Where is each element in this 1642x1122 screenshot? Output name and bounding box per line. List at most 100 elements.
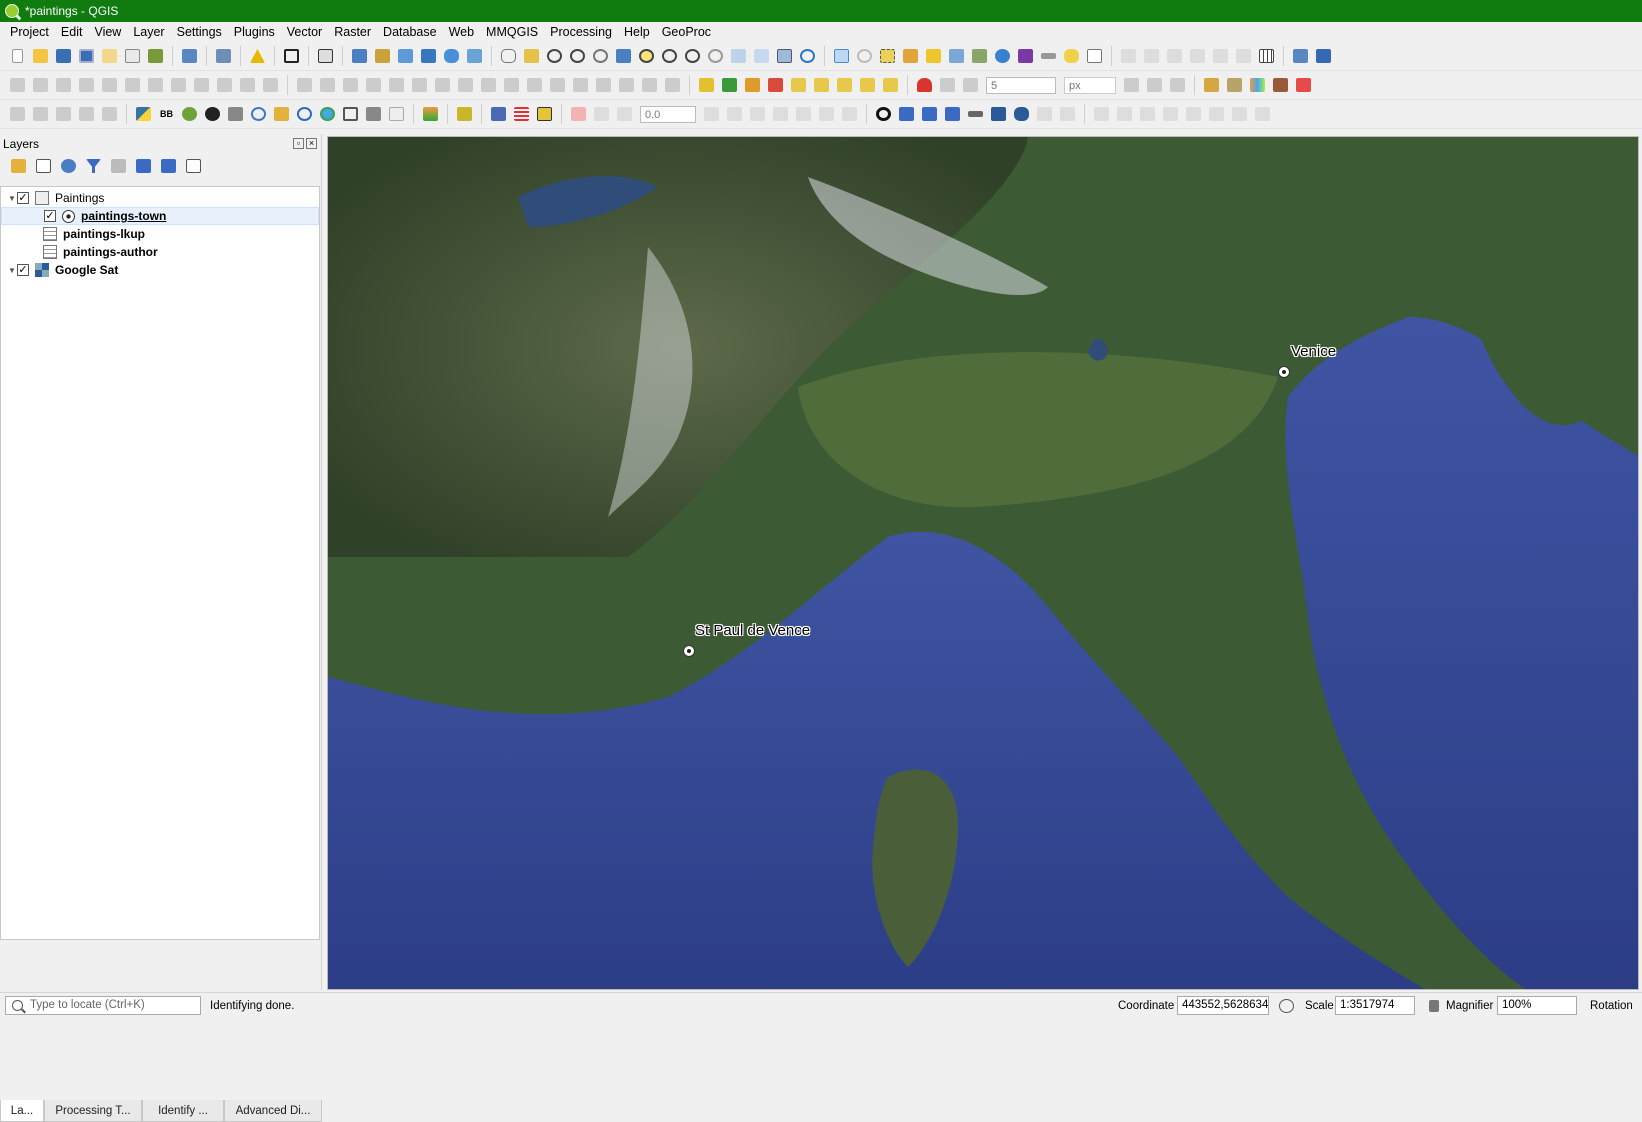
topology-icon[interactable] [1122,77,1141,94]
label-tool-icon[interactable] [1188,48,1207,65]
menu-settings[interactable]: Settings [171,22,228,42]
curve-xy-icon[interactable] [897,106,916,123]
menu-edit[interactable]: Edit [55,22,89,42]
warning-triangle-icon[interactable] [248,48,267,65]
rotate-symbol-icon[interactable] [640,77,659,94]
disabled-tool-icon[interactable] [1184,106,1203,123]
deselect-icon[interactable] [924,48,943,65]
trace-icon[interactable] [1168,77,1187,94]
disabled-tool-icon[interactable] [1058,106,1077,123]
grid-icon[interactable] [1257,48,1276,65]
collapse-arrow-icon[interactable]: ▼ [7,194,17,203]
disabled-tool-icon[interactable] [1138,106,1157,123]
db-manager-icon[interactable] [226,106,245,123]
offset-curve-icon[interactable] [525,77,544,94]
menu-database[interactable]: Database [377,22,443,42]
label-tool-icon[interactable] [1142,48,1161,65]
coordinate-field[interactable]: 443552,5628634 [1177,996,1269,1015]
zoom-last-icon[interactable] [706,48,725,65]
toggle-extents-icon[interactable] [1277,997,1296,1014]
menu-geoproc[interactable]: GeoProc [656,22,717,42]
field-calc-icon[interactable] [970,48,989,65]
remove-layer-icon[interactable] [184,158,203,175]
filter-expression-icon[interactable] [109,158,128,175]
rotate-feature-icon[interactable] [341,77,360,94]
snapping-type-icon[interactable] [961,77,980,94]
add-wms-icon[interactable] [396,48,415,65]
snapping-magnet-icon[interactable] [915,77,934,94]
measure-angle-icon[interactable] [54,106,73,123]
label-tool-icon[interactable] [1119,48,1138,65]
select-features-icon[interactable] [878,48,897,65]
town-marker-venice[interactable] [1278,366,1290,378]
vertex-tool-icon[interactable] [100,77,119,94]
advanced-digitizing-icon[interactable] [295,77,314,94]
disabled-tool-icon[interactable] [1161,106,1180,123]
dashes-icon[interactable] [512,106,531,123]
redo-icon[interactable] [261,77,280,94]
layers-stack-icon[interactable] [316,48,335,65]
collapse-all-icon[interactable] [159,158,178,175]
delete-ring-icon[interactable] [456,77,475,94]
menu-mmqgis[interactable]: MMQGIS [480,22,544,42]
refresh-icon[interactable] [798,48,817,65]
add-vector-icon[interactable] [350,48,369,65]
fill-ring-icon[interactable] [433,77,452,94]
float-panel-icon[interactable]: ▫ [293,138,304,149]
disabled-tool-icon[interactable] [817,106,836,123]
delete-part-icon[interactable] [479,77,498,94]
brush-icon[interactable] [272,106,291,123]
measure-icon[interactable] [1039,48,1058,65]
toggle-edit-icon[interactable] [31,77,50,94]
qfield-icon[interactable] [421,106,440,123]
easy-label-icon[interactable] [881,77,900,94]
snapping-tolerance-spinbox[interactable]: 5 [986,76,1056,94]
tab-processing-toolbox[interactable]: Processing T... [44,1100,142,1122]
query-icon[interactable] [249,106,268,123]
digitize-shape-icon[interactable] [8,106,27,123]
disabled-tool-icon[interactable] [771,106,790,123]
disabled-tool-icon[interactable] [1035,106,1054,123]
shield-plugin-icon[interactable] [535,106,554,123]
merge-features-icon[interactable] [594,77,613,94]
map-canvas[interactable]: Venice St Paul de Vence [327,136,1639,990]
menu-raster[interactable]: Raster [328,22,377,42]
add-part-icon[interactable] [410,77,429,94]
merge-attributes-icon[interactable] [617,77,636,94]
modify-attributes-icon[interactable] [123,77,142,94]
town-marker-st-paul-de-vence[interactable] [683,645,695,657]
bug-icon[interactable] [203,106,222,123]
fieldcalc-plugin-icon[interactable] [364,106,383,123]
close-panel-icon[interactable]: × [306,138,317,149]
split-parts-icon[interactable] [571,77,590,94]
disabled-tool-icon[interactable] [840,106,859,123]
frame-icon[interactable] [282,48,301,65]
map-tips-icon[interactable] [1062,48,1081,65]
print-layout-icon[interactable] [123,48,142,65]
disabled-tool-icon[interactable] [1092,106,1111,123]
tab-advanced-digitizing[interactable]: Advanced Di... [224,1100,322,1122]
zoom-rubber-icon[interactable] [591,48,610,65]
label-tool-icon[interactable] [1165,48,1184,65]
plugin-icon[interactable] [214,48,233,65]
undo-plugin-icon[interactable] [295,106,314,123]
layer-tree-item-paintings-author[interactable]: paintings-author [1,243,361,261]
help-icon[interactable] [1314,48,1333,65]
expand-all-icon[interactable] [134,158,153,175]
save-as-icon[interactable] [77,48,96,65]
rotation-spinbox[interactable]: 0.0 [640,105,696,123]
label-show-icon[interactable] [743,77,762,94]
ruler-icon[interactable] [966,106,985,123]
bb-plugin-icon[interactable]: BB [157,106,176,123]
menu-layer[interactable]: Layer [127,22,170,42]
layer-tree-item-paintings-lkup[interactable]: paintings-lkup [1,225,361,243]
label-pin-icon[interactable] [697,77,716,94]
save-project-icon[interactable] [54,48,73,65]
pan-to-selection-icon[interactable] [522,48,541,65]
layer-visibility-checkbox[interactable]: ✓ [17,264,29,276]
layer-tree-item-paintings[interactable]: ▼ ✓ Paintings [1,189,325,207]
reshape-icon[interactable] [502,77,521,94]
collapse-arrow-icon[interactable]: ▼ [7,266,17,275]
actions-icon[interactable] [855,48,874,65]
style-brush-icon[interactable] [9,158,28,175]
